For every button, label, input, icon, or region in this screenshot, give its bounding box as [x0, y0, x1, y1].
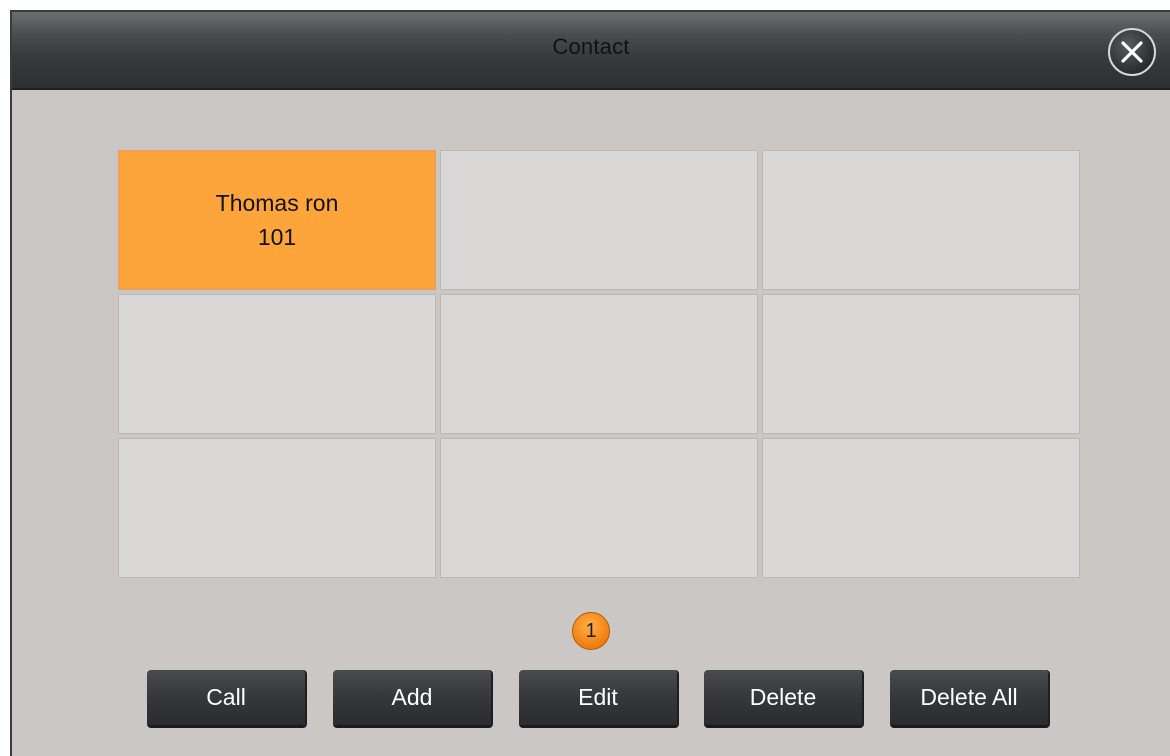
contact-cell[interactable] [118, 438, 436, 578]
delete-all-button[interactable]: Delete All [890, 670, 1050, 728]
contact-cell[interactable]: Thomas ron 101 [118, 150, 436, 290]
page-indicator-badge: 1 [572, 612, 610, 650]
contact-cell[interactable] [762, 294, 1080, 434]
contact-grid: Thomas ron 101 [118, 150, 1084, 578]
edit-button[interactable]: Edit [519, 670, 679, 728]
close-button[interactable] [1108, 28, 1156, 76]
window-title: Contact [552, 34, 630, 59]
contact-cell[interactable] [440, 294, 758, 434]
delete-button[interactable]: Delete [704, 670, 864, 728]
contact-cell[interactable] [440, 438, 758, 578]
contact-name: Thomas ron [215, 190, 339, 216]
contact-number: 101 [257, 224, 297, 250]
contact-cell[interactable] [440, 150, 758, 290]
add-button[interactable]: Add [333, 670, 493, 728]
contact-cell[interactable] [118, 294, 436, 434]
title-bar: Contact [12, 12, 1170, 90]
contact-cell[interactable] [762, 438, 1080, 578]
contact-cell[interactable] [762, 150, 1080, 290]
close-icon [1121, 41, 1143, 63]
contact-window: Contact Thomas ron 101 1 Call Add Edit D… [10, 10, 1170, 756]
call-button[interactable]: Call [147, 670, 307, 728]
